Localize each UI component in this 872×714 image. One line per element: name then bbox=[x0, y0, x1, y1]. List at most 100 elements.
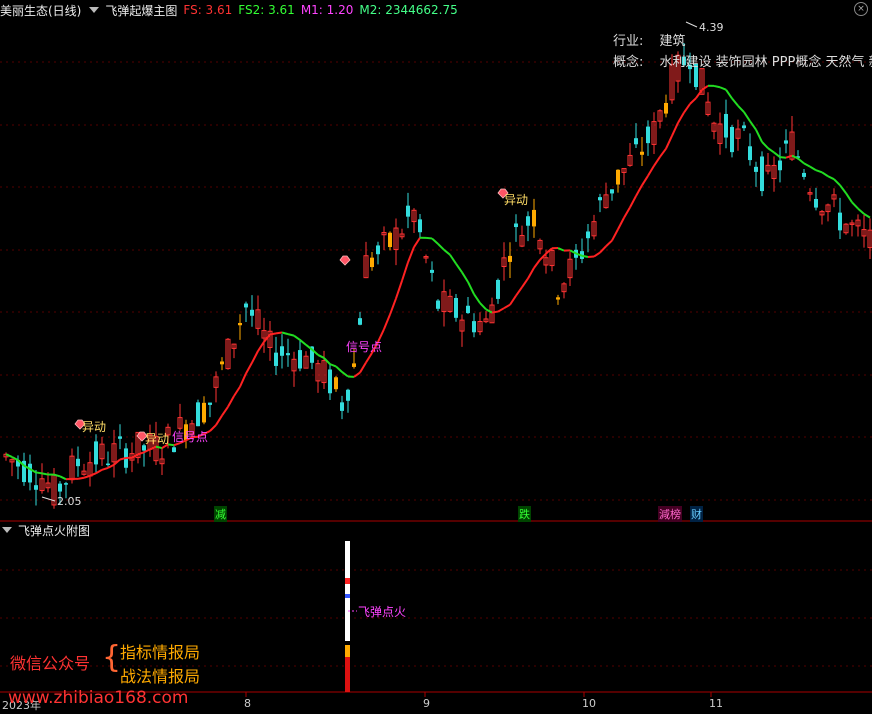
ignite-bar bbox=[345, 657, 350, 692]
brace: { bbox=[102, 640, 122, 675]
event-marker[interactable]: 跌 bbox=[518, 506, 531, 522]
ma-segment bbox=[509, 295, 517, 306]
candle-body bbox=[598, 197, 602, 201]
candle-body bbox=[532, 209, 536, 227]
ma-segment bbox=[383, 314, 391, 330]
ma-segment bbox=[59, 475, 67, 481]
ma-segment bbox=[407, 246, 415, 263]
event-marker[interactable]: 财 bbox=[690, 506, 703, 522]
event-marker[interactable]: 減榜 bbox=[658, 506, 682, 522]
candle-body bbox=[376, 245, 380, 255]
candle-body bbox=[58, 483, 62, 492]
candle-body bbox=[556, 297, 560, 300]
ma-segment bbox=[101, 466, 109, 471]
ma-segment bbox=[803, 162, 811, 168]
candle-body bbox=[640, 151, 644, 155]
ignite-bar bbox=[345, 578, 350, 584]
ma-segment bbox=[389, 298, 397, 315]
candle-body bbox=[340, 402, 344, 411]
candle-body bbox=[298, 350, 302, 369]
high-price-pointer bbox=[685, 21, 698, 28]
sub-indicator-name[interactable]: 飞弹点火附图 bbox=[18, 522, 90, 539]
candle-body bbox=[784, 140, 788, 144]
candle-body bbox=[118, 436, 122, 439]
ma-segment bbox=[767, 147, 775, 154]
ma-segment bbox=[689, 97, 697, 105]
candle-body bbox=[742, 125, 746, 129]
ma-segment bbox=[209, 424, 217, 432]
ma-segment bbox=[857, 207, 865, 215]
candle-body bbox=[754, 166, 758, 172]
ma-segment bbox=[41, 472, 49, 476]
candle-body bbox=[28, 463, 32, 483]
month-label: 11 bbox=[709, 697, 723, 710]
ma-segment bbox=[653, 156, 661, 167]
ma-segment bbox=[395, 280, 403, 299]
ma-segment bbox=[623, 206, 631, 219]
candle-body bbox=[748, 146, 752, 161]
ma-segment bbox=[665, 135, 673, 150]
ma-segment bbox=[155, 445, 163, 450]
candle-body bbox=[76, 458, 80, 467]
ma-segment bbox=[341, 371, 349, 378]
ma-segment bbox=[467, 281, 475, 295]
ma-segment bbox=[659, 148, 667, 158]
ma-segment bbox=[773, 151, 781, 158]
close-icon[interactable]: × bbox=[854, 2, 868, 16]
chevron-down-icon[interactable] bbox=[89, 7, 100, 13]
ma-segment bbox=[149, 445, 157, 451]
ma-segment bbox=[83, 474, 91, 479]
ma-segment bbox=[431, 237, 439, 245]
ma-segment bbox=[503, 303, 511, 310]
candle-body bbox=[430, 269, 434, 273]
ma-segment bbox=[365, 352, 373, 364]
concept-row: 概念: 水利建设 装饰园林 PPP概念 天然气 新型 bbox=[613, 51, 872, 70]
candle-body bbox=[634, 138, 638, 145]
ma-segment bbox=[107, 463, 115, 469]
diamond-icon bbox=[339, 255, 351, 266]
candle-body bbox=[730, 126, 734, 153]
ma-segment bbox=[497, 307, 505, 313]
ma-segment bbox=[515, 286, 523, 297]
candle-body bbox=[370, 257, 374, 268]
ma-segment bbox=[677, 112, 685, 124]
ma-segment bbox=[629, 195, 637, 208]
candle-body bbox=[208, 402, 212, 405]
month-label: 8 bbox=[244, 697, 251, 710]
yidong-label: 异动 bbox=[504, 193, 528, 207]
candle-body bbox=[328, 369, 332, 394]
candle-body bbox=[244, 303, 248, 308]
ma-segment bbox=[863, 213, 871, 219]
candle-body bbox=[436, 300, 440, 309]
ma-segment bbox=[797, 157, 805, 165]
ma-segment bbox=[335, 365, 343, 373]
candle-body bbox=[814, 198, 818, 208]
ma-segment bbox=[713, 84, 721, 89]
fs2-value: FS2: 3.61 bbox=[238, 3, 295, 17]
candle-body bbox=[418, 219, 422, 233]
ma-segment bbox=[257, 341, 265, 352]
fs-value: FS: 3.61 bbox=[183, 3, 233, 17]
ma-segment bbox=[821, 171, 829, 178]
high-price-label: 4.39 bbox=[699, 21, 724, 34]
ma-segment bbox=[779, 156, 787, 159]
ma-segment bbox=[527, 267, 535, 279]
ma-segment bbox=[839, 184, 847, 194]
ma-segment bbox=[809, 165, 817, 172]
chart-canvas[interactable]: 4.39 2.05 异动 异动 异动 信号点 信号点 飞弹点火 bbox=[0, 0, 872, 714]
ma-segment bbox=[473, 293, 481, 304]
ma-segment bbox=[701, 84, 709, 91]
candle-body bbox=[64, 483, 68, 485]
candle-body bbox=[472, 321, 476, 333]
ma-segment bbox=[443, 249, 451, 256]
candle-body bbox=[610, 189, 614, 194]
chevron-down-icon[interactable] bbox=[2, 527, 12, 533]
candle-body bbox=[664, 102, 668, 114]
concept-label: 概念: bbox=[613, 55, 644, 70]
indicator-name[interactable]: 飞弹起爆主图 bbox=[105, 2, 177, 19]
event-marker[interactable]: 减 bbox=[214, 506, 227, 522]
stock-name[interactable]: 美丽生态(日线) bbox=[0, 2, 81, 19]
watermark-right-2: 战法情报局 bbox=[120, 667, 201, 686]
candle-body bbox=[616, 169, 620, 185]
main-chart-header: 美丽生态(日线) 飞弹起爆主图 FS: 3.61 FS2: 3.61 M1: 1… bbox=[0, 1, 464, 19]
